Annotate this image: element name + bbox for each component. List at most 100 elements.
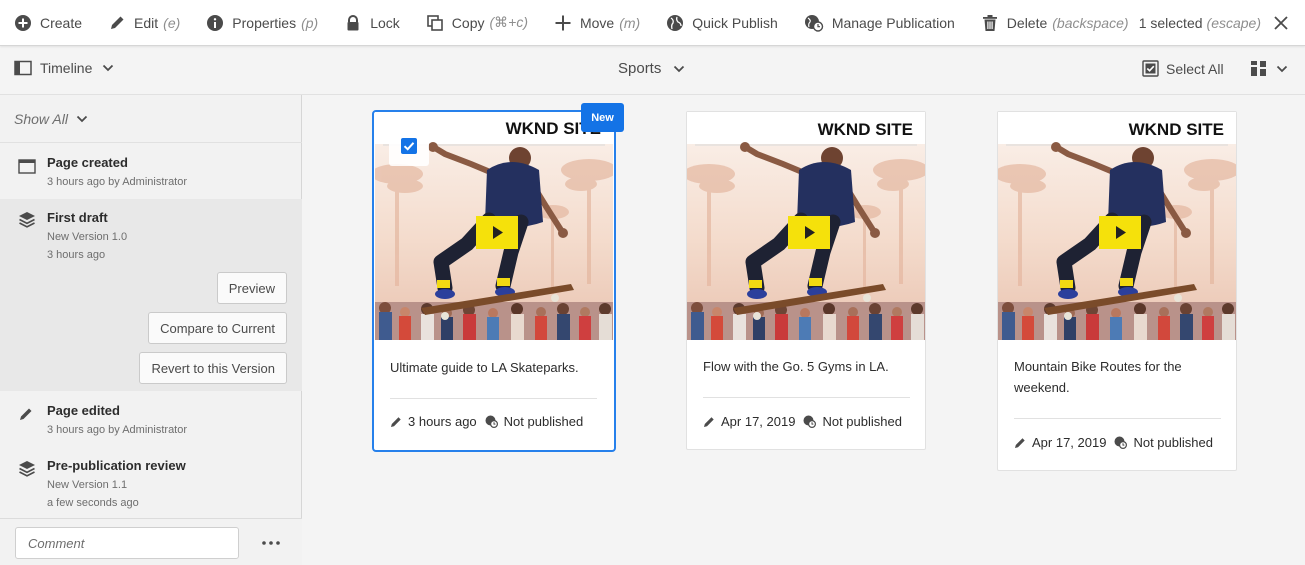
delete-label: Delete [1006, 14, 1048, 31]
divider [390, 398, 597, 399]
select-all-icon [1142, 60, 1159, 77]
page-icon [18, 159, 36, 174]
create-button[interactable]: Create [0, 0, 94, 46]
more-options-button[interactable] [256, 532, 286, 554]
unpublished-globe-icon [803, 415, 817, 428]
delete-button[interactable]: Delete (backspace) [967, 0, 1141, 46]
card-status: Not published [1133, 435, 1213, 450]
pencil-icon [20, 408, 32, 420]
timeline-item[interactable]: Pre-publication review New Version 1.1 a… [0, 458, 302, 514]
folder-title-dropdown[interactable]: Sports [618, 60, 685, 77]
timeline-filter-label: Show All [14, 111, 68, 127]
divider [703, 397, 910, 398]
select-all-button[interactable]: Select All [1142, 60, 1224, 77]
pencil-icon [704, 416, 714, 427]
comment-bar [0, 518, 302, 565]
chevron-down-icon [103, 64, 114, 72]
chevron-down-icon [1276, 65, 1288, 72]
card-title: Flow with the Go. 5 Gyms in LA. [703, 359, 889, 374]
page-card[interactable]: WKND SITE New Ultimate guide to LA Skate… [372, 103, 624, 452]
trash-icon [982, 14, 997, 31]
quick-publish-button[interactable]: Quick Publish [652, 0, 790, 46]
rail-toggle[interactable]: Timeline [14, 60, 114, 76]
selection-count: 1 selected (escape) [1139, 15, 1261, 31]
brand-logo: WKND SITE [817, 120, 913, 139]
edit-shortcut: (e) [163, 14, 181, 31]
manage-publication-button[interactable]: Manage Publication [790, 0, 967, 46]
selection-count-label: 1 selected [1138, 15, 1203, 31]
card-modified: 3 hours ago [408, 414, 477, 429]
create-label: Create [40, 14, 83, 31]
move-icon [555, 15, 571, 30]
close-selection-button[interactable] [1263, 0, 1299, 46]
timeline-item-meta: 3 hours ago by Administrator [47, 176, 188, 188]
copy-button[interactable]: Copy (⌘+c) [412, 0, 540, 46]
properties-label: Properties [232, 14, 297, 31]
page-card[interactable]: WKND SITE Mountain Bike Routes for the w… [997, 111, 1237, 471]
rail-toggle-label: Timeline [40, 60, 93, 76]
copy-shortcut: (⌘+c) [489, 14, 528, 30]
revert-version-button[interactable]: Revert to this Version [139, 352, 287, 384]
skateboarder-image [687, 112, 925, 340]
edit-button[interactable]: Edit (e) [94, 0, 192, 46]
card-title: Mountain Bike Routes for the weekend. [1014, 359, 1182, 395]
timeline-item[interactable]: Page edited 3 hours ago by Administrator [0, 403, 302, 443]
properties-shortcut: (p) [301, 14, 319, 31]
move-label: Move [579, 14, 615, 31]
timeline-item-title: Page edited [47, 403, 120, 418]
copy-icon [426, 14, 443, 31]
quick-publish-label: Quick Publish [692, 14, 778, 31]
close-icon [1274, 16, 1288, 30]
timeline-rail: Show All Page created 3 hours ago by Adm… [0, 95, 302, 565]
card-modified: Apr 17, 2019 [1032, 435, 1107, 450]
lock-button[interactable]: Lock [330, 0, 412, 46]
unpublished-globe-icon [1114, 436, 1128, 449]
compare-to-current-button[interactable]: Compare to Current [148, 312, 287, 344]
timeline-item-title: First draft [47, 210, 108, 225]
card-meta: Apr 17, 2019 Not published [703, 414, 902, 429]
chevron-down-icon [674, 65, 685, 72]
card-checkbox[interactable] [389, 126, 429, 166]
pencil-icon [111, 16, 124, 29]
copy-label: Copy [451, 14, 485, 31]
card-modified: Apr 17, 2019 [721, 414, 796, 429]
brand-logo: WKND SITE [1128, 120, 1224, 139]
properties-button[interactable]: Properties (p) [192, 0, 330, 46]
card-view-icon [1251, 61, 1266, 76]
edit-label: Edit [134, 14, 159, 31]
globe-clock-icon [804, 14, 824, 32]
comment-input[interactable] [15, 527, 239, 559]
pencil-icon [391, 416, 401, 427]
select-all-label: Select All [1166, 60, 1224, 77]
unpublished-globe-icon [485, 415, 498, 428]
move-shortcut: (m) [619, 14, 641, 31]
card-status: Not published [503, 414, 584, 429]
page-card[interactable]: WKND SITE Flow with the Go. 5 Gyms in LA… [686, 111, 926, 450]
card-title: Ultimate guide to LA Skateparks. [390, 360, 579, 375]
rail-panel-icon [14, 60, 32, 76]
escape-shortcut: (escape) [1206, 15, 1261, 31]
timeline-item-meta: 3 hours ago by Administrator [47, 424, 188, 436]
add-circle-icon [15, 14, 31, 31]
new-badge: New [581, 103, 624, 132]
pencil-icon [1015, 437, 1025, 448]
timeline-item-meta: New Version 1.1 [47, 479, 128, 491]
info-icon [207, 14, 224, 31]
action-bar: Create Edit (e) Properties (p) Lock Copy (⌘… [0, 0, 1305, 46]
layers-icon [19, 212, 35, 228]
timeline-item-meta: New Version 1.0 [47, 231, 128, 243]
timeline-filter-dropdown[interactable]: Show All [14, 111, 88, 127]
card-status: Not published [822, 414, 902, 429]
preview-button[interactable]: Preview [216, 272, 287, 304]
card-meta: 3 hours ago Not published [390, 414, 583, 429]
page-title: Sports [618, 60, 662, 77]
chevron-down-icon [76, 115, 88, 123]
timeline-item-title: Pre-publication review [47, 458, 186, 473]
card-meta: Apr 17, 2019 Not published [1014, 435, 1213, 450]
lock-label: Lock [370, 14, 400, 31]
timeline-item-selected[interactable]: First draft New Version 1.0 3 hours ago … [0, 199, 302, 391]
lock-icon [347, 14, 359, 30]
timeline-item[interactable]: Page created 3 hours ago by Administrato… [0, 155, 302, 195]
move-button[interactable]: Move (m) [540, 0, 652, 46]
view-switcher[interactable] [1250, 60, 1288, 77]
